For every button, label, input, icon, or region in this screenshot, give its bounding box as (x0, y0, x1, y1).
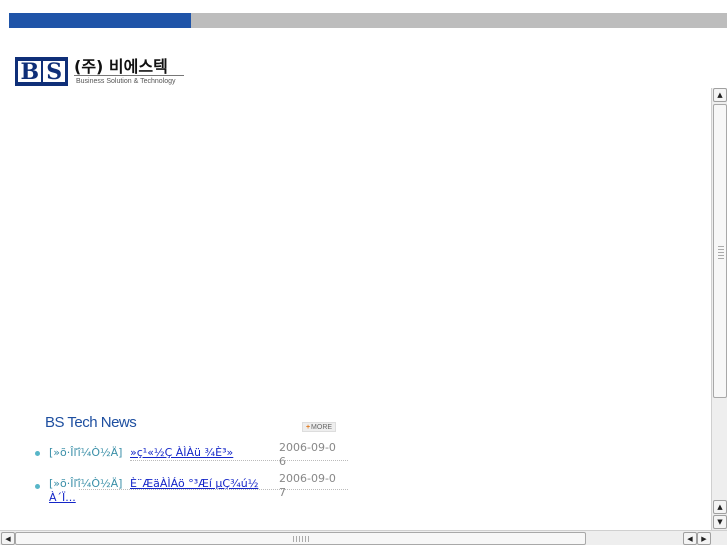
news-item: [»õ·Îľî¼Ò½Ä] È¨ÆäÀÌÁö °³Æí µÇ¾ú½ À´Ï... … (30, 471, 350, 504)
dotted-divider (79, 489, 348, 490)
bullet-icon (35, 451, 40, 456)
news-item: [»õ·Îľî¼Ò½Ä] »ç¹«½Ç ÀÌÀü ¾È³» 2006-09-06 (30, 440, 350, 471)
plus-icon: + (305, 423, 311, 431)
vertical-scrollbar[interactable]: ▲ ▲ ▼ (711, 88, 727, 530)
logo-letter-b: B (18, 59, 41, 85)
horizontal-scrollbar[interactable]: ◀ ◀ ▶ (0, 530, 727, 545)
company-logo[interactable]: B S (주) 비에스텍 Business Solution & Technol… (15, 55, 190, 91)
scroll-right-icon[interactable]: ▶ (697, 532, 711, 545)
news-more-button[interactable]: + MORE (302, 422, 336, 432)
scroll-up-icon[interactable]: ▲ (713, 88, 727, 102)
scroll-up-icon[interactable]: ▲ (713, 500, 727, 514)
top-accent-bar-blue (9, 13, 191, 28)
company-tagline: Business Solution & Technology (76, 78, 176, 85)
logo-divider (74, 75, 184, 76)
news-list: [»õ·Îľî¼Ò½Ä] »ç¹«½Ç ÀÌÀü ¾È³» 2006-09-06… (30, 440, 350, 504)
logo-letter-s: S (42, 59, 65, 85)
more-label: MORE (311, 423, 333, 431)
scroll-left-icon[interactable]: ◀ (1, 532, 15, 545)
news-title-link-continued[interactable]: À´Ï... (49, 491, 76, 504)
grip-icon (718, 245, 724, 259)
dotted-divider (130, 460, 348, 461)
news-title-link[interactable]: »ç¹«½Ç ÀÌÀü ¾È³» (130, 446, 233, 459)
bs-logo-mark: B S (15, 57, 68, 86)
scroll-down-icon[interactable]: ▼ (713, 515, 727, 529)
vertical-scroll-thumb[interactable] (713, 104, 727, 398)
news-date: 2006-09-07 (279, 472, 336, 499)
news-date: 2006-09-06 (279, 441, 336, 468)
news-category: [»õ·Îľî¼Ò½Ä] (49, 446, 123, 459)
company-name: (주) 비에스텍 (74, 57, 168, 76)
scroll-left-icon[interactable]: ◀ (683, 532, 697, 545)
top-accent-bar-gray (191, 13, 727, 28)
bullet-icon (35, 484, 40, 489)
grip-icon (293, 536, 309, 542)
horizontal-scroll-thumb[interactable] (15, 532, 586, 545)
news-section-title: BS Tech News (45, 414, 137, 431)
